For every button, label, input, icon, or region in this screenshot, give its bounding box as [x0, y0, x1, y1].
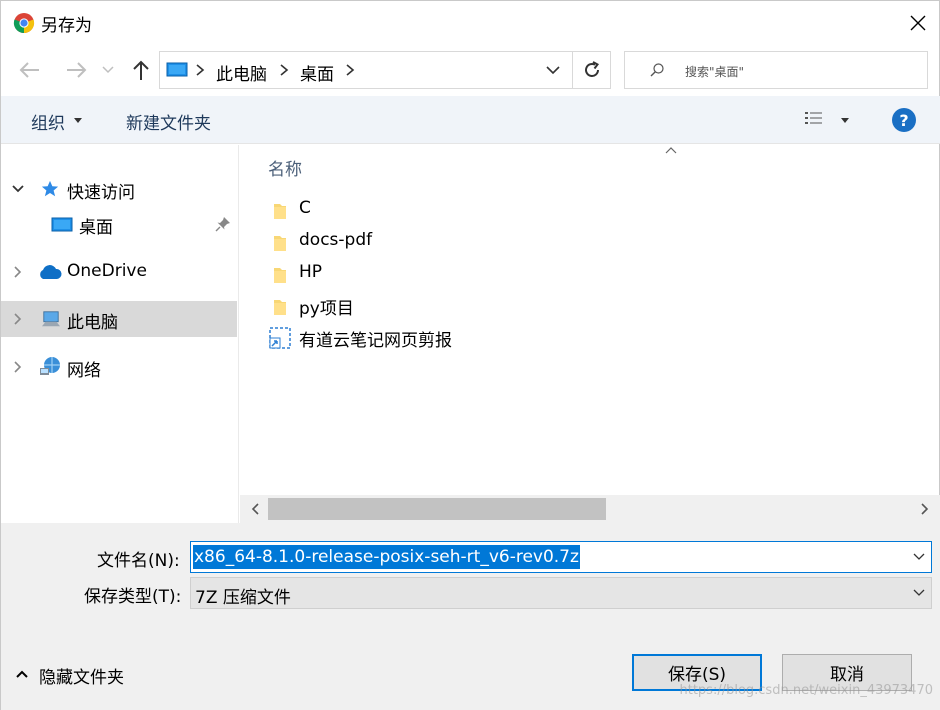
- search-box[interactable]: 搜索"桌面": [624, 51, 928, 89]
- command-toolbar: 组织 新建文件夹: [1, 96, 940, 144]
- horizontal-scrollbar[interactable]: [240, 495, 940, 523]
- pin-icon[interactable]: [215, 216, 231, 232]
- star-icon: [41, 180, 59, 197]
- file-name: HP: [299, 262, 323, 282]
- address-bar[interactable]: 此电脑 桌面: [159, 51, 611, 89]
- chevron-right-icon: [196, 64, 205, 76]
- watermark: https://blog.csdn.net/weixin_43973470: [679, 683, 933, 698]
- file-name: 有道云笔记网页剪报: [299, 331, 452, 351]
- chevron-right-icon: [280, 64, 289, 76]
- scrollbar-thumb[interactable]: [268, 498, 606, 520]
- address-history-dropdown[interactable]: [536, 52, 570, 88]
- filetype-value: 7Z 压缩文件: [195, 588, 291, 608]
- nav-label: 快速访问: [67, 183, 135, 203]
- close-icon: [910, 15, 926, 31]
- desktop-icon: [51, 217, 73, 232]
- forward-button[interactable]: [63, 57, 89, 83]
- arrow-left-icon: [19, 62, 39, 78]
- up-button[interactable]: [128, 57, 154, 83]
- filename-value: x86_64-8.1.0-release-posix-seh-rt_v6-rev…: [193, 545, 580, 569]
- arrow-up-icon: [133, 60, 149, 80]
- shortcut-icon: [269, 327, 291, 349]
- file-name: docs-pdf: [299, 230, 373, 250]
- view-options-icon[interactable]: [804, 110, 826, 128]
- chrome-icon: [13, 13, 35, 34]
- nav-item-quick-access[interactable]: 快速访问: [1, 171, 237, 207]
- close-button[interactable]: [895, 1, 940, 45]
- nav-label: OneDrive: [67, 261, 147, 281]
- file-item-py-project[interactable]: py项目: [268, 291, 668, 321]
- chevron-up-icon: [16, 670, 28, 678]
- chevron-right-icon: [14, 313, 22, 325]
- chevron-down-icon: [913, 589, 925, 596]
- caret-down-icon: [74, 118, 82, 123]
- chevron-right-icon: [14, 361, 22, 373]
- filename-label: 文件名(N):: [97, 551, 180, 571]
- network-icon: [40, 357, 60, 375]
- chevron-down-icon: [546, 65, 560, 74]
- nav-label: 此电脑: [67, 313, 118, 333]
- scroll-left-icon[interactable]: [248, 501, 264, 517]
- navigation-pane: 快速访问 桌面 OneDrive 此电脑 网络: [1, 145, 239, 523]
- computer-icon: [166, 62, 188, 77]
- file-item-c[interactable]: C: [268, 195, 668, 225]
- folder-icon: [274, 204, 286, 219]
- breadcrumb-desktop[interactable]: 桌面: [300, 60, 334, 85]
- arrow-right-icon: [67, 62, 87, 78]
- refresh-icon: [584, 61, 599, 77]
- sort-ascending-icon: [665, 147, 677, 154]
- breadcrumb-this-pc[interactable]: 此电脑: [216, 60, 267, 85]
- file-name: py项目: [299, 299, 354, 319]
- chevron-down-icon: [102, 66, 114, 74]
- column-header-name[interactable]: 名称: [268, 155, 302, 180]
- view-dropdown-caret-icon[interactable]: [841, 118, 849, 123]
- nav-item-onedrive[interactable]: OneDrive: [1, 254, 237, 290]
- folder-icon: [274, 300, 286, 315]
- search-placeholder: 搜索"桌面": [685, 65, 745, 79]
- computer-icon: [42, 311, 60, 327]
- new-folder-button[interactable]: 新建文件夹: [126, 109, 211, 134]
- cloud-icon: [40, 265, 62, 279]
- file-name: C: [299, 198, 311, 218]
- filetype-select[interactable]: 7Z 压缩文件: [190, 577, 932, 609]
- help-button[interactable]: ?: [892, 108, 916, 132]
- hide-folders-label: 隐藏文件夹: [39, 668, 124, 688]
- filename-input[interactable]: x86_64-8.1.0-release-posix-seh-rt_v6-rev…: [190, 541, 932, 573]
- navigation-row: 此电脑 桌面 搜索"桌面": [1, 45, 940, 95]
- chevron-right-icon: [14, 266, 22, 278]
- refresh-button[interactable]: [572, 52, 610, 88]
- file-list: 名称 C docs-pdf HP py项目 有道云笔记网页剪报: [240, 145, 940, 495]
- title-bar: 另存为: [1, 1, 940, 45]
- dialog-title: 另存为: [41, 16, 92, 36]
- file-item-youdao-clipper[interactable]: 有道云笔记网页剪报: [268, 323, 668, 353]
- file-item-hp[interactable]: HP: [268, 259, 668, 289]
- folder-icon: [274, 268, 286, 283]
- recent-locations-button[interactable]: [98, 57, 118, 83]
- save-as-dialog: 另存为 此电脑 桌面 搜索"桌面" 组织 新建文件夹 ? 快速访问 桌面 One…: [0, 0, 940, 710]
- nav-item-network[interactable]: 网络: [1, 349, 237, 385]
- scroll-right-icon[interactable]: [916, 501, 932, 517]
- back-button[interactable]: [17, 57, 43, 83]
- file-item-docs-pdf[interactable]: docs-pdf: [268, 227, 668, 257]
- nav-label: 网络: [67, 361, 101, 381]
- save-options-panel: 文件名(N): x86_64-8.1.0-release-posix-seh-r…: [1, 523, 940, 710]
- nav-item-desktop[interactable]: 桌面: [1, 206, 237, 242]
- filetype-label: 保存类型(T):: [84, 587, 182, 607]
- search-icon: [650, 63, 664, 77]
- chevron-down-icon: [12, 185, 24, 193]
- folder-icon: [274, 236, 286, 251]
- chevron-right-icon: [346, 64, 355, 76]
- organize-button[interactable]: 组织: [31, 109, 65, 134]
- nav-label: 桌面: [79, 218, 113, 238]
- nav-item-this-pc[interactable]: 此电脑: [1, 301, 237, 337]
- chevron-down-icon[interactable]: [913, 551, 925, 563]
